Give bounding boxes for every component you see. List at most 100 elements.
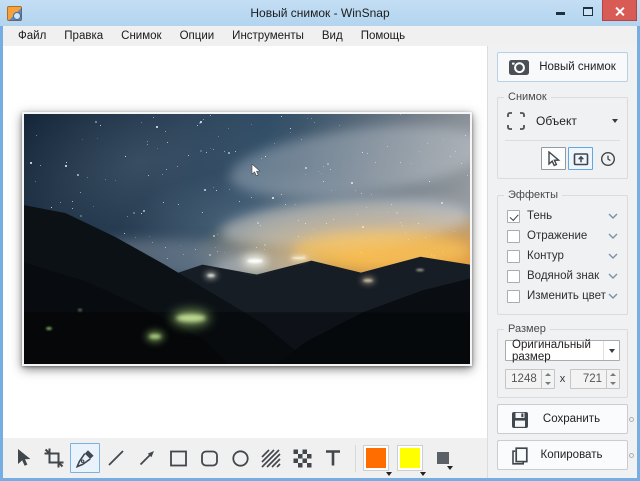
text-icon: [324, 449, 342, 467]
copy-label: Копировать: [541, 449, 603, 461]
effect-shadow-row: Тень: [505, 206, 620, 226]
save-label: Сохранить: [543, 413, 600, 425]
chevron-down-icon[interactable]: [608, 293, 618, 299]
capture-window-toggle[interactable]: [568, 147, 593, 170]
color-swatch-primary[interactable]: [363, 445, 389, 471]
captured-screenshot-image: [22, 112, 472, 366]
menubar: Файл Правка Снимок Опции Инструменты Вид…: [3, 26, 637, 46]
edit-canvas[interactable]: [3, 46, 487, 438]
minimize-button[interactable]: [546, 0, 574, 20]
toolbar-separator: [355, 445, 356, 472]
width-value: 1248: [506, 370, 541, 388]
effect-colorize-row: Изменить цвет: [505, 286, 620, 306]
color-swatch-secondary[interactable]: [397, 445, 423, 471]
clock-icon: [600, 151, 616, 167]
tool-ellipse-button[interactable]: [225, 443, 255, 473]
tool-rounded-rectangle-button[interactable]: [194, 443, 224, 473]
maximize-icon: [583, 7, 593, 16]
reflection-checkbox[interactable]: [507, 230, 520, 243]
size-group: Размер Оригинальный размер 1248 x 721: [497, 329, 628, 398]
tool-pixelate-button[interactable]: [287, 443, 317, 473]
effect-outline-row: Контур: [505, 246, 620, 266]
menu-item-edit[interactable]: Правка: [55, 28, 112, 44]
chevron-down-icon[interactable]: [608, 213, 618, 219]
shadow-checkbox[interactable]: [507, 210, 520, 223]
height-down-button[interactable]: [607, 379, 619, 388]
ellipse-icon: [231, 449, 250, 468]
tool-select-button[interactable]: [8, 443, 38, 473]
chevron-down-icon[interactable]: [608, 273, 618, 279]
menu-item-file[interactable]: Файл: [9, 28, 55, 44]
cursor-arrow-in-image: [251, 164, 262, 178]
sidepanel: Новый снимок Снимок Объект: [487, 46, 637, 478]
tool-rectangle-button[interactable]: [163, 443, 193, 473]
combo-arrow: [603, 341, 619, 360]
crop-icon: [44, 448, 64, 468]
minimize-icon: [556, 12, 565, 15]
panel-edge-dot: [629, 417, 634, 422]
copy-button[interactable]: Копировать: [497, 440, 628, 470]
capture-mode-dropdown[interactable]: Объект: [505, 108, 620, 134]
capture-mode-value: Объект: [536, 114, 612, 128]
save-button[interactable]: Сохранить: [497, 404, 628, 434]
object-selection-icon: [507, 112, 525, 130]
height-value: 721: [571, 370, 606, 388]
menu-item-view[interactable]: Вид: [313, 28, 352, 44]
tool-pen-button[interactable]: [70, 443, 100, 473]
panel-edge-dot: [629, 453, 634, 458]
drawing-toolbar: [3, 438, 487, 478]
window-capture-icon: [573, 151, 589, 167]
size-preset-combobox[interactable]: Оригинальный размер: [505, 340, 620, 361]
capture-cursor-toggle[interactable]: [541, 147, 566, 170]
width-down-button[interactable]: [542, 379, 554, 388]
camera-icon: [509, 59, 529, 76]
height-up-button[interactable]: [607, 370, 619, 379]
effects-group-label: Эффекты: [504, 189, 562, 201]
maximize-button[interactable]: [574, 0, 602, 20]
village-lights: [176, 314, 206, 322]
line-width-button[interactable]: [437, 452, 449, 464]
close-button[interactable]: [602, 0, 637, 21]
tool-highlight-button[interactable]: [256, 443, 286, 473]
menu-item-options[interactable]: Опции: [171, 28, 224, 44]
width-spinner[interactable]: 1248: [505, 369, 555, 389]
arrow-icon: [138, 449, 156, 467]
tool-line-button[interactable]: [101, 443, 131, 473]
tool-arrow-button[interactable]: [132, 443, 162, 473]
copy-icon: [511, 447, 529, 465]
hatch-highlight-icon: [261, 449, 281, 468]
chevron-down-icon[interactable]: [608, 253, 618, 259]
new-snapshot-label: Новый снимок: [539, 61, 616, 73]
tool-text-button[interactable]: [318, 443, 348, 473]
menu-item-tools[interactable]: Инструменты: [223, 28, 313, 44]
titlebar[interactable]: Новый снимок - WinSnap: [0, 0, 640, 26]
window-title: Новый снимок - WinSnap: [0, 6, 640, 20]
select-arrow-icon: [14, 448, 33, 468]
colorize-checkbox[interactable]: [507, 290, 520, 303]
chevron-down-icon: [612, 119, 618, 123]
effects-group: Эффекты Тень Отражение Контур Водяной зн…: [497, 195, 628, 315]
cursor-icon: [546, 151, 561, 167]
chevron-down-icon[interactable]: [608, 233, 618, 239]
watermark-checkbox[interactable]: [507, 270, 520, 283]
save-icon: [511, 411, 529, 429]
winsnap-window: Новый снимок - WinSnap Файл Правка Снимо…: [0, 0, 640, 481]
menu-item-help[interactable]: Помощь: [352, 28, 414, 44]
size-preset-value: Оригинальный размер: [512, 339, 603, 363]
rectangle-icon: [169, 449, 188, 468]
height-spinner[interactable]: 721: [570, 369, 620, 389]
close-icon: [615, 6, 624, 15]
outline-checkbox[interactable]: [507, 250, 520, 263]
rounded-rectangle-icon: [200, 449, 219, 468]
capture-timer-button[interactable]: [595, 147, 620, 170]
snapshot-group: Снимок Объект: [497, 97, 628, 179]
effect-watermark-row: Водяной знак: [505, 266, 620, 286]
tool-crop-button[interactable]: [39, 443, 69, 473]
mountain-silhouettes: [24, 114, 470, 366]
width-up-button[interactable]: [542, 370, 554, 379]
new-snapshot-button[interactable]: Новый снимок: [497, 52, 628, 82]
menu-item-capture[interactable]: Снимок: [112, 28, 170, 44]
pen-icon: [76, 449, 95, 468]
line-icon: [107, 449, 125, 467]
window-border-left: [0, 26, 3, 481]
